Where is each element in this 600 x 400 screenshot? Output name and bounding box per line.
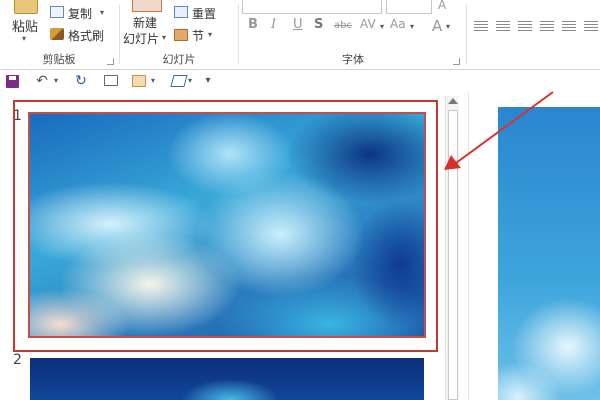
paste-icon[interactable] [14, 0, 38, 14]
align-center-icon[interactable] [496, 21, 510, 31]
highlight-annotation-box [13, 100, 438, 352]
new-slide-dropdown-icon[interactable]: ▾ [162, 33, 166, 42]
italic-button[interactable]: I [271, 17, 276, 32]
copy-button[interactable]: 复制 [68, 5, 92, 22]
change-case-button[interactable]: Aa [390, 17, 406, 31]
grow-font-icon[interactable]: A [438, 0, 446, 12]
paste-button[interactable]: 粘贴 [12, 16, 38, 35]
font-size-dropdown[interactable] [386, 0, 432, 14]
copy-dropdown-icon[interactable]: ▾ [100, 8, 104, 17]
columns-icon[interactable] [584, 21, 598, 31]
font-family-dropdown[interactable] [242, 0, 382, 14]
section-icon [174, 29, 188, 41]
reset-icon [174, 6, 188, 18]
align-right-icon[interactable] [518, 21, 532, 31]
paragraph-group [468, 0, 600, 69]
format-painter-icon [50, 28, 64, 40]
distributed-icon[interactable] [562, 21, 576, 31]
section-dropdown-icon[interactable]: ▾ [208, 30, 212, 39]
new-slide-label-line1[interactable]: 新建 [133, 14, 157, 31]
new-slide-qat-dropdown-icon[interactable]: ▾ [151, 76, 155, 85]
font-launcher-icon[interactable] [453, 58, 460, 65]
underline-button[interactable]: U [293, 17, 303, 32]
copy-icon [50, 6, 64, 18]
slide-number: 2 [13, 352, 22, 368]
save-icon[interactable] [6, 75, 19, 88]
shadow-button[interactable]: S [314, 17, 323, 32]
slide-thumbnail-2[interactable] [30, 358, 424, 400]
slides-group: 新建 幻灯片 ▾ 重置 节 ▾ 幻灯片 [120, 0, 238, 69]
main-slide-canvas[interactable] [498, 107, 600, 400]
repeat-icon[interactable]: ↻ [73, 73, 89, 89]
start-slideshow-icon[interactable] [104, 75, 118, 86]
scroll-up-icon[interactable] [448, 98, 458, 104]
font-color-dropdown-icon[interactable]: ▾ [446, 22, 450, 31]
undo-dropdown-icon[interactable]: ▾ [54, 76, 58, 85]
slides-group-label: 幻灯片 [162, 53, 196, 66]
character-spacing-button[interactable]: AV [360, 17, 376, 31]
undo-icon[interactable]: ↶ [34, 73, 50, 89]
character-spacing-dropdown-icon[interactable]: ▾ [380, 22, 384, 31]
change-case-dropdown-icon[interactable]: ▾ [410, 22, 414, 31]
font-color-button[interactable]: A [432, 17, 442, 35]
justify-icon[interactable] [540, 21, 554, 31]
font-group-label: 字体 [342, 53, 364, 66]
align-left-icon[interactable] [474, 21, 488, 31]
shapes-icon[interactable] [170, 75, 188, 87]
paste-dropdown-icon[interactable]: ▾ [22, 34, 26, 43]
group-divider [238, 4, 239, 64]
strikethrough-button[interactable]: abc [334, 20, 352, 31]
clipboard-launcher-icon[interactable] [107, 58, 114, 65]
group-divider [466, 4, 467, 64]
shapes-dropdown-icon[interactable]: ▾ [188, 76, 192, 85]
new-slide-label-line2[interactable]: 幻灯片 [123, 30, 159, 47]
thumbnail-scrollbar[interactable] [445, 96, 459, 400]
ribbon: 粘贴 ▾ 复制 ▾ 格式刷 剪贴板 新建 幻灯片 ▾ 重置 节 ▾ 幻灯片 A … [0, 0, 600, 70]
reset-button[interactable]: 重置 [192, 5, 216, 22]
clipboard-group: 粘贴 ▾ 复制 ▾ 格式刷 剪贴板 [0, 0, 118, 69]
new-slide-qat-icon[interactable] [132, 75, 146, 87]
new-slide-icon[interactable] [132, 0, 162, 12]
pane-divider[interactable] [468, 92, 469, 400]
font-group: A B I U S abc AV ▾ Aa ▾ A ▾ 字体 [240, 0, 466, 69]
customize-toolbar-icon[interactable]: ▾ [202, 73, 214, 89]
quick-access-toolbar: ↶ ▾ ↻ ▾ ▾ ▾ [0, 70, 600, 92]
format-painter-button[interactable]: 格式刷 [68, 27, 104, 44]
clipboard-group-label: 剪贴板 [42, 53, 76, 66]
bold-button[interactable]: B [248, 17, 258, 32]
scroll-thumb[interactable] [448, 110, 458, 400]
section-button[interactable]: 节 [192, 27, 204, 44]
